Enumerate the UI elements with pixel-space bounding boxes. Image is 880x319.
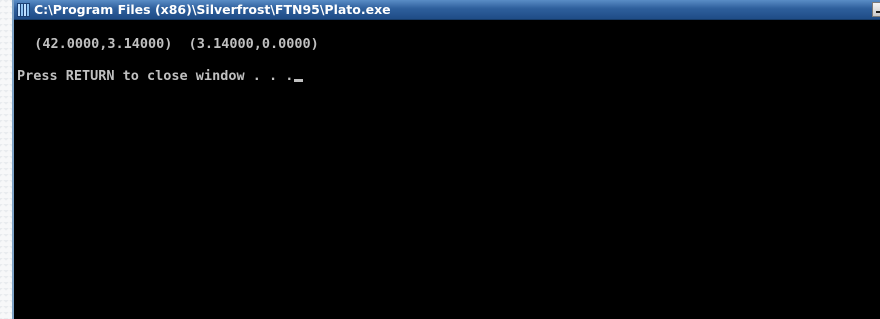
console-app-icon[interactable] xyxy=(17,2,30,17)
window-title: C:\Program Files (x86)\Silverfrost\FTN95… xyxy=(34,2,391,17)
prompt-text: Press RETURN to close window . . . xyxy=(17,68,294,84)
console-line-prompt: Press RETURN to close window . . . xyxy=(17,68,304,84)
minimize-button[interactable] xyxy=(872,2,880,17)
screenshot-stage: C:\Program Files (x86)\Silverfrost\FTN95… xyxy=(0,0,880,319)
text-cursor xyxy=(294,79,304,82)
title-bar[interactable]: C:\Program Files (x86)\Silverfrost\FTN95… xyxy=(14,0,880,20)
console-line-values: (42.0000,3.14000) (3.14000,0.0000) xyxy=(18,36,319,52)
console-window[interactable]: C:\Program Files (x86)\Silverfrost\FTN95… xyxy=(12,0,880,319)
console-output[interactable]: (42.0000,3.14000) (3.14000,0.0000) Press… xyxy=(14,20,880,319)
